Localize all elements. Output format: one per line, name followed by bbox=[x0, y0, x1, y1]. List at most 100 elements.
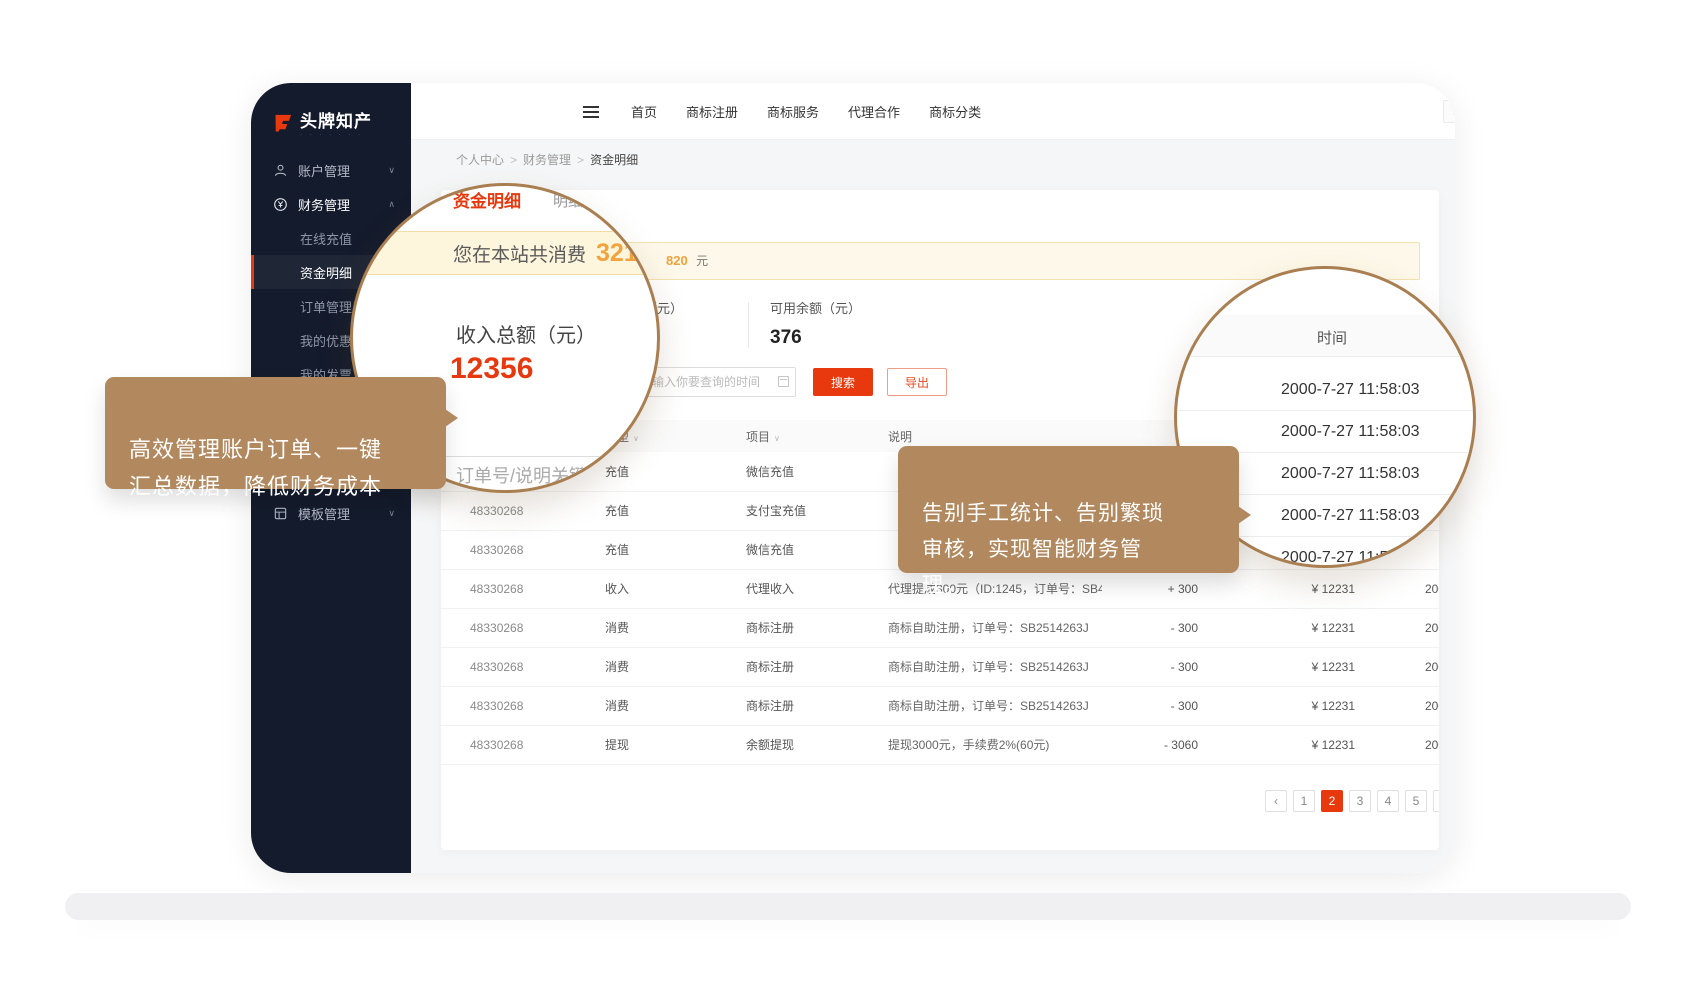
callout-left: 高效管理账户订单、一键 汇总数据，降低财务成本 bbox=[105, 377, 446, 489]
nav-tab[interactable]: 商标注册 bbox=[686, 102, 738, 121]
lens-tab-fund-detail: 资金明细 bbox=[453, 187, 521, 212]
nav-tab[interactable]: 商标分类 bbox=[929, 102, 981, 121]
column-header[interactable]: 项目 ∨ bbox=[717, 420, 859, 452]
cell-order-no: 48330268 bbox=[441, 569, 576, 608]
cell-amount: + 300 bbox=[1102, 569, 1200, 608]
logo-text: 头牌知产 bbox=[300, 113, 372, 131]
search-button[interactable]: 搜索 bbox=[813, 368, 873, 396]
pagination-page-button[interactable]: 5 bbox=[1405, 790, 1427, 812]
nav-tab[interactable]: 代理合作 bbox=[848, 102, 900, 121]
cell-amount: - 300 bbox=[1102, 608, 1200, 647]
pagination-page-button[interactable]: 4 bbox=[1377, 790, 1399, 812]
column-header-label: 项目 bbox=[746, 430, 770, 444]
cell-type: 消费 bbox=[576, 608, 717, 647]
breadcrumb-bar: 个人中心>财务管理>资金明细 bbox=[411, 140, 1455, 176]
export-button[interactable]: 导出 bbox=[887, 368, 947, 396]
cell-time: 2000-7-27 11:58:03 bbox=[1357, 686, 1439, 725]
sidebar-item-account[interactable]: 账户管理 ∨ bbox=[251, 153, 411, 187]
sidebar-item-label: 订单管理 bbox=[300, 297, 352, 316]
cell-type: 充值 bbox=[576, 491, 717, 530]
lens-time-header: 时间 bbox=[1177, 315, 1473, 357]
cell-order-no: 48330268 bbox=[441, 530, 576, 569]
hamburger-menu-icon[interactable] bbox=[583, 106, 599, 118]
cell-project: 微信充值 bbox=[717, 530, 859, 569]
table-row: 48330268提现余额提现提现3000元，手续费2%(60元)- 3060¥ … bbox=[441, 725, 1439, 764]
filter-chevron-icon: ∨ bbox=[633, 434, 639, 443]
lens-keyword-input: 订单号/说明关键 bbox=[443, 456, 653, 493]
cell-project: 商标注册 bbox=[717, 686, 859, 725]
template-icon bbox=[273, 506, 288, 521]
cell-order-no: 48330268 bbox=[441, 647, 576, 686]
nav-tab[interactable]: 商标服务 bbox=[767, 102, 819, 121]
cell-description: 商标自助注册，订单号：SB2514263J bbox=[859, 608, 1102, 647]
cell-time: 2000-7-27 11:58:03 bbox=[1357, 569, 1439, 608]
callout-pointer-icon bbox=[445, 409, 458, 427]
cell-description: 代理提成300元（ID:1245，订单号：SB45124） bbox=[859, 569, 1102, 608]
filter-chevron-icon: ∨ bbox=[774, 434, 780, 443]
brand-flag-icon bbox=[273, 113, 293, 133]
breadcrumb-item[interactable]: 财务管理 bbox=[523, 153, 571, 167]
pagination-prev-button[interactable]: ‹ bbox=[1265, 790, 1287, 812]
cell-type: 充值 bbox=[576, 530, 717, 569]
cell-description: 提现3000元，手续费2%(60元) bbox=[859, 725, 1102, 764]
sidebar-item-label: 财务管理 bbox=[298, 195, 350, 214]
cell-order-no: 48330268 bbox=[441, 491, 576, 530]
sidebar-item-finance[interactable]: 财务管理 ∧ bbox=[251, 187, 411, 221]
cell-type: 收入 bbox=[576, 569, 717, 608]
breadcrumb-item[interactable]: 个人中心 bbox=[456, 153, 504, 167]
sidebar-item-label: 资金明细 bbox=[300, 263, 352, 282]
page: 头牌知产 · · · · · · · 账户管理 ∨ 财务管理 ∧ bbox=[0, 0, 1696, 1002]
finance-icon bbox=[273, 197, 288, 212]
pagination-next-button[interactable]: › bbox=[1433, 790, 1439, 812]
cell-amount: - 300 bbox=[1102, 647, 1200, 686]
cell-balance: ¥ 12231 bbox=[1200, 608, 1357, 647]
logo-subtext: · · · · · · · bbox=[300, 131, 372, 139]
pagination-page-button[interactable]: 2 bbox=[1321, 790, 1343, 812]
cell-project: 微信充值 bbox=[717, 452, 859, 491]
cell-order-no: 48330268 bbox=[441, 608, 576, 647]
cell-project: 代理收入 bbox=[717, 569, 859, 608]
banner-amount: 820 bbox=[666, 253, 688, 268]
table-row: 48330268消费商标注册商标自助注册，订单号：SB2514263J- 300… bbox=[441, 647, 1439, 686]
cell-type: 提现 bbox=[576, 725, 717, 764]
calendar-icon[interactable] bbox=[778, 376, 789, 387]
lens-banner-prefix: 您在本站共消费 bbox=[453, 240, 586, 267]
cell-description: 商标自助注册，订单号：SB2514263J bbox=[859, 686, 1102, 725]
callout-right: 告别手工统计、告别繁琐 审核，实现智能财务管 理。 bbox=[898, 446, 1239, 573]
cell-time-text: 2000-7-27 11:58:03 bbox=[1425, 582, 1439, 596]
cell-time-text: 2000-7-27 11:58:03 bbox=[1425, 699, 1439, 713]
cell-type: 消费 bbox=[576, 686, 717, 725]
lens-tab-fragment: 明细 bbox=[553, 190, 583, 211]
lens-banner-amount: 32124 bbox=[596, 239, 660, 268]
cell-project: 支付宝充值 bbox=[717, 491, 859, 530]
cell-balance: ¥ 12231 bbox=[1200, 686, 1357, 725]
cell-amount: - 3060 bbox=[1102, 725, 1200, 764]
cell-order-no: 48330268 bbox=[441, 725, 576, 764]
cell-time-text: 2000-7-27 11:58:03 bbox=[1425, 660, 1439, 674]
breadcrumb: 个人中心>财务管理>资金明细 bbox=[411, 140, 1455, 168]
lens-income-label: 收入总额（元） bbox=[456, 319, 596, 348]
cell-amount: - 300 bbox=[1102, 686, 1200, 725]
cell-time-text: 2000-7-27 11:58:03 bbox=[1425, 621, 1439, 635]
banner-unit: 元 bbox=[696, 254, 708, 268]
stat-balance: 可用余额（元） 376 bbox=[770, 298, 861, 349]
nav-tab[interactable]: 首页 bbox=[631, 102, 657, 121]
lens-consumption-banner: 您在本站共消费 32124 bbox=[350, 231, 660, 275]
stat-label: 可用余额（元） bbox=[770, 298, 861, 317]
lens-time-row: 2000-7-27 11:58:03 bbox=[1177, 369, 1473, 411]
cell-balance: ¥ 12231 bbox=[1200, 725, 1357, 764]
pagination-page-button[interactable]: 3 bbox=[1349, 790, 1371, 812]
divider bbox=[748, 302, 749, 348]
cell-description: 商标自助注册，订单号：SB2514263J bbox=[859, 647, 1102, 686]
cell-project: 商标注册 bbox=[717, 608, 859, 647]
breadcrumb-item[interactable]: 资金明细 bbox=[590, 153, 638, 167]
table-row: 48330268消费商标注册商标自助注册，订单号：SB2514263J- 300… bbox=[441, 686, 1439, 725]
column-header-label: 说明 bbox=[888, 430, 912, 444]
breadcrumb-separator: > bbox=[577, 153, 584, 167]
cell-time-text: 2000-7-27 11:58:03 bbox=[1425, 738, 1439, 752]
cell-type: 消费 bbox=[576, 647, 717, 686]
trademark-search-input[interactable] bbox=[1443, 100, 1455, 123]
sidebar-item-label: 账户管理 bbox=[298, 161, 350, 180]
pagination-page-button[interactable]: 1 bbox=[1293, 790, 1315, 812]
chevron-down-icon: ∨ bbox=[388, 165, 395, 176]
